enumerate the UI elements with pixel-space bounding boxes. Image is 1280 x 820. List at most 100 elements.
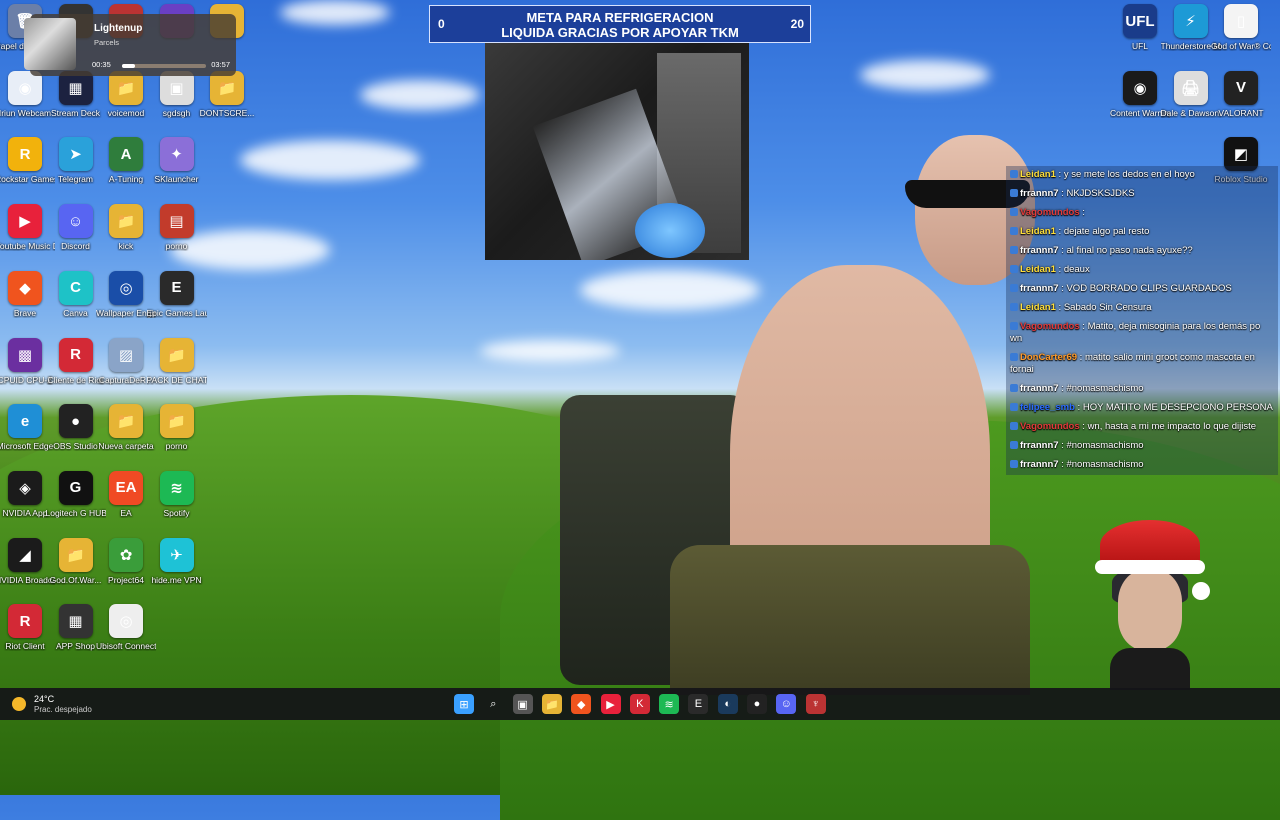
desktop-icon-dontscre[interactable]: 📁 DONTSCRE... — [197, 70, 257, 118]
content-warning-icon: ◉ — [1123, 70, 1157, 105]
chat-overlay: Leidan1 : y se mete los dedos en el hoyo… — [1006, 166, 1278, 475]
chat-username: DonCarter69 — [1020, 352, 1078, 363]
chat-message: Vagomundos : wn, hasta a mi me impacto l… — [1006, 418, 1278, 437]
canva-icon: C — [58, 270, 93, 305]
app-shop-icon: ▦ — [58, 604, 93, 639]
desktop-icon-epic-games-launcher[interactable]: E Epic Games Launcher — [147, 270, 207, 318]
chat-badge-icon — [1010, 422, 1018, 430]
epic-games-icon[interactable]: E — [688, 694, 709, 714]
desktop-icon-label: God of War® Collection — [1211, 41, 1271, 51]
donation-goal-bar: 0 META PARA REFRIGERACION LIQUIDA GRACIA… — [429, 5, 811, 43]
god-of-war-collection-icon: ▯ — [1224, 4, 1258, 38]
chat-message: felipee_smb : HOY MATITO ME DESEPCIONO P… — [1006, 399, 1278, 418]
brave-icon[interactable]: ◆ — [571, 694, 592, 714]
chat-badge-icon — [1010, 403, 1018, 411]
desktop-icon-label: hide.me VPN — [151, 574, 202, 585]
obs-studio-icon: ● — [58, 404, 93, 439]
chat-message: frrannn7 : VOD BORRADO CLIPS GUARDADOS — [1006, 280, 1278, 299]
desktop-icon-sklauncher[interactable]: ✦ SKlauncher — [147, 137, 207, 184]
media-flyout[interactable]: Lightenup Parcels 00:35 03:57 — [24, 14, 236, 76]
youtube-music-icon[interactable]: ▶ — [600, 694, 621, 714]
desktop-icon-spotify[interactable]: ≋ Spotify — [147, 470, 207, 518]
media-title: Lightenup — [94, 23, 143, 34]
vtuber-avatar — [1090, 520, 1210, 690]
album-art — [24, 18, 76, 70]
chat-badge-icon — [1010, 227, 1018, 235]
chat-badge-icon — [1010, 246, 1018, 254]
desktop-icon-label: Spotify — [163, 507, 190, 518]
desktop-icon-pack-de-chat[interactable]: 📁 PACK DE CHAT — [146, 337, 207, 385]
microsoft-edge-icon: e — [8, 404, 42, 439]
desktop-icon-label: SKlauncher — [154, 174, 199, 185]
task-view-icon[interactable]: ▣ — [512, 694, 533, 714]
goal-target: 20 — [790, 17, 804, 31]
media-total: 03:57 — [211, 60, 230, 69]
chat-badge-icon — [1010, 284, 1018, 292]
search-icon[interactable]: ⌕ — [483, 694, 503, 714]
nvidia-app-icon: ◈ — [8, 470, 42, 505]
chat-text: : al final no paso nada ayuxe?? — [1058, 245, 1193, 256]
chat-username: frrannn7 — [1020, 459, 1059, 470]
desktop-icon-hide-me-vpn[interactable]: ✈ hide.me VPN — [147, 537, 207, 585]
kick-icon[interactable]: K — [629, 694, 650, 714]
desktop-icon-valorant[interactable]: V VALORANT — [1211, 70, 1271, 118]
start-icon[interactable]: ⊞ — [454, 694, 474, 714]
discord-icon: ☺ — [58, 204, 93, 239]
capturader-icon: ▨ — [109, 337, 143, 372]
sklauncher-icon: ✦ — [159, 137, 194, 172]
chat-message: Vagomundos : Matito, deja misoginia para… — [1006, 318, 1278, 349]
media-progress[interactable] — [122, 64, 206, 68]
ufl-icon: UFL — [1123, 4, 1157, 38]
porno-icon: 📁 — [159, 404, 194, 439]
chat-text: : — [1079, 207, 1085, 218]
chat-badge-icon — [1010, 384, 1018, 392]
weather-condition: Prac. despejado — [34, 705, 92, 714]
desktop-icon-label: DONTSCRE... — [199, 107, 255, 118]
chat-message: Leidan1 : y se mete los dedos en el hoyo — [1006, 166, 1278, 185]
desktop-icon-porno[interactable]: ▤ porno — [147, 204, 207, 251]
steam-icon[interactable]: ◐ — [717, 694, 738, 714]
media-elapsed: 00:35 — [92, 60, 111, 69]
rockstar-games-icon: R — [8, 137, 42, 172]
chat-badge-icon — [1010, 189, 1018, 197]
obs-icon[interactable]: ● — [747, 694, 767, 714]
kick-icon: 📁 — [109, 204, 143, 239]
chat-username: Vagomundos — [1020, 421, 1080, 432]
chat-message: Leidan1 : dejate algo pal resto — [1006, 223, 1278, 242]
file-explorer-icon[interactable]: 📁 — [541, 694, 562, 714]
epic-games-launcher-icon: E — [159, 270, 194, 305]
chat-message: Leidan1 : Sabado Sin Censura — [1006, 299, 1278, 318]
chat-username: frrannn7 — [1020, 245, 1059, 256]
desktop-icon-label: VALORANT — [1218, 107, 1264, 118]
desktop-icon-porno[interactable]: 📁 porno — [147, 404, 207, 451]
a-tuning-icon: A — [109, 137, 143, 172]
chat-username: frrannn7 — [1020, 188, 1059, 199]
discord-icon[interactable]: ☺ — [776, 694, 797, 714]
chat-message: frrannn7 : #nomasmachismo — [1006, 437, 1278, 456]
taskbar: 24°C Prac. despejado ⊞ ⌕ ▣ 📁 ◆ ▶ K ≋ E ◐ ● ☺ ♆ — [0, 688, 1280, 720]
chat-text: : #nomasmachismo — [1058, 383, 1144, 394]
nvidia-broadcast-icon: ◢ — [8, 537, 42, 572]
desktop-icon-ubisoft-connect[interactable]: ◎ Ubisoft Connect — [96, 604, 156, 651]
goal-title-line2: LIQUIDA GRACIAS POR APOYAR TKM — [501, 25, 739, 40]
chat-message: frrannn7 : #nomasmachismo — [1006, 380, 1278, 399]
chat-message: frrannn7 : NKJDSKSJDKS — [1006, 185, 1278, 204]
thunderstore-mod-mana-icon: ⚡ — [1173, 4, 1208, 38]
desktop-icon-god-of-war-collection[interactable]: ▯ God of War® Collection — [1211, 4, 1271, 51]
hide-me-vpn-icon: ✈ — [159, 537, 194, 572]
god-of-war-icon: 📁 — [58, 537, 93, 572]
cpuid-cpu-z-icon: ▩ — [8, 337, 42, 372]
chat-username: frrannn7 — [1020, 283, 1059, 294]
chat-text: : Sabado Sin Censura — [1055, 302, 1152, 313]
chat-username: Leidan1 — [1020, 169, 1056, 180]
app-icon[interactable]: ♆ — [805, 694, 826, 714]
chat-username: Vagomundos — [1020, 207, 1080, 218]
spotify-icon[interactable]: ≋ — [659, 694, 680, 714]
chat-text: : NKJDSKSJDKS — [1058, 188, 1135, 199]
chat-username: Leidan1 — [1020, 302, 1056, 313]
brave-icon: ◆ — [8, 270, 42, 305]
sun-icon — [12, 697, 26, 711]
weather-temp: 24°C — [34, 694, 55, 704]
porno-icon: ▤ — [159, 204, 194, 239]
desktop-icon-label: PACK DE CHAT — [146, 374, 207, 385]
